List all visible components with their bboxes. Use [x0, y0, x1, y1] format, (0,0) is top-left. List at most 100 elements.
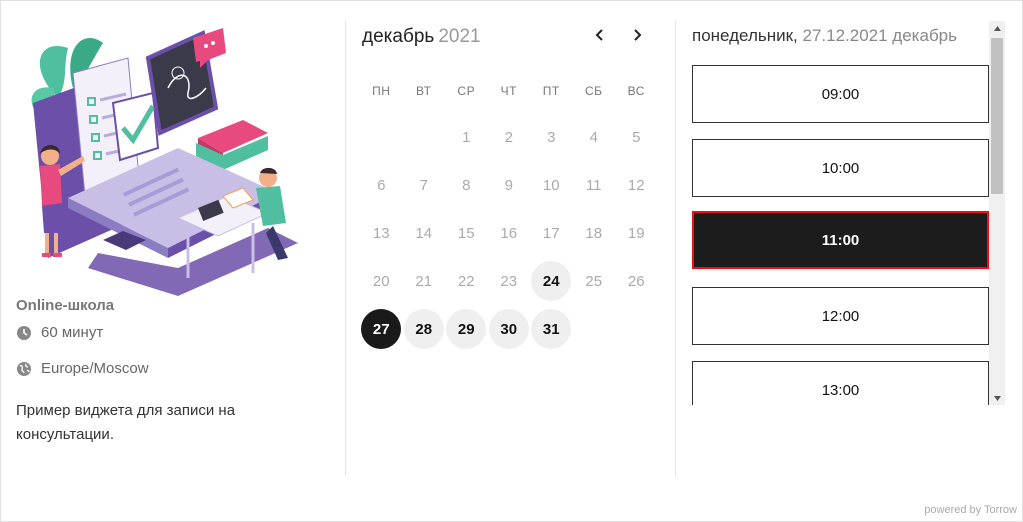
weekday-name: понедельник	[692, 26, 794, 45]
calendar-day: 11	[573, 165, 616, 205]
calendar-day-number: 17	[542, 224, 560, 242]
calendar-day: 6	[360, 165, 403, 205]
timezone-row: Europe/Moscow	[16, 360, 149, 377]
calendar-day: 16	[488, 213, 531, 253]
calendar-day[interactable]: 28	[403, 309, 446, 349]
calendar-day: 19	[615, 213, 658, 253]
calendar-day: 7	[403, 165, 446, 205]
calendar-day-number: 26	[627, 272, 645, 290]
calendar-day-number: 15	[457, 224, 475, 242]
calendar-day-number: 2	[504, 128, 513, 146]
calendar-day: 15	[445, 213, 488, 253]
clock-icon	[17, 325, 31, 340]
duration-row: 60 минут	[16, 324, 103, 341]
time-slot[interactable]: 09:00	[692, 65, 989, 123]
scroll-down-arrow[interactable]	[989, 391, 1005, 405]
calendar-day[interactable]: 29	[445, 309, 488, 349]
calendar-week-row: 1 2 3 4 5	[360, 113, 658, 161]
calendar-week-row: 13 14 15 16 17 18 19	[360, 209, 658, 257]
time-slots-panel: понедельник, 27.12.2021 декабрь 09:00 10:…	[676, 0, 1023, 480]
calendar-day: 20	[360, 261, 403, 301]
calendar-week-row: 27 28 29 30 31	[360, 305, 658, 353]
selected-date: 27.12.2021 декабрь	[802, 26, 958, 45]
calendar-day-number: 27	[361, 309, 402, 349]
timezone-text: Europe/Moscow	[41, 360, 149, 377]
year: 2021	[438, 26, 481, 47]
calendar-day: 26	[615, 261, 658, 301]
calendar-day-number: 29	[446, 309, 487, 349]
slot-list: 09:00 10:00 11:00 12:00 13:00	[692, 64, 990, 405]
scrollbar-thumb[interactable]	[991, 38, 1003, 194]
weekday-label: ЧТ	[500, 84, 517, 98]
time-slot[interactable]: 13:00	[692, 361, 989, 405]
calendar-empty-cell	[360, 117, 403, 157]
calendar-day: 1	[445, 117, 488, 157]
scrollbar[interactable]	[989, 21, 1005, 405]
calendar-day: 21	[403, 261, 446, 301]
time-slot[interactable]: 10:00	[692, 139, 989, 197]
calendar-day-number: 21	[415, 272, 433, 290]
calendar-day-number: 11	[585, 176, 602, 194]
time-slot[interactable]: 12:00	[692, 287, 989, 345]
calendar-day: 9	[488, 165, 531, 205]
calendar-day[interactable]: 30	[488, 309, 531, 349]
duration-text: 60 минут	[41, 324, 104, 341]
calendar-week-row: 20 21 22 23 24 25 26	[360, 257, 658, 305]
selected-day-title: понедельник, 27.12.2021 декабрь	[692, 26, 958, 45]
calendar-day-number: 24	[531, 261, 572, 301]
calendar-day: 2	[488, 117, 531, 157]
calendar-day: 18	[573, 213, 616, 253]
calendar-day[interactable]: 24	[530, 261, 573, 301]
calendar-day-number: 12	[627, 176, 645, 194]
calendar-day-selected[interactable]: 27	[360, 309, 403, 349]
weekday-header: ПН ВТ СР ЧТ ПТ СБ ВС	[360, 84, 658, 98]
weekday-label: СР	[457, 84, 476, 98]
calendar-day-number: 13	[372, 224, 390, 242]
calendar-empty-cell	[403, 117, 446, 157]
chevron-left-icon	[595, 29, 603, 41]
calendar-day-number: 1	[462, 128, 471, 146]
weekday-label: СБ	[584, 84, 603, 98]
calendar-day: 17	[530, 213, 573, 253]
calendar-day-number: 16	[500, 224, 518, 242]
calendar-day: 5	[615, 117, 658, 157]
chevron-right-icon	[634, 29, 642, 41]
calendar-day: 13	[360, 213, 403, 253]
weekday-label: ВС	[627, 84, 645, 98]
month-title: декабрь 2021	[362, 26, 481, 48]
calendar-day-number: 25	[585, 272, 603, 290]
calendar-day-number: 9	[504, 176, 513, 194]
online-school-illustration	[31, 28, 298, 296]
calendar-day-number: 7	[419, 176, 428, 194]
month-name: декабрь	[362, 26, 435, 47]
globe-icon	[17, 361, 31, 376]
calendar-day: 23	[488, 261, 531, 301]
prev-month-button[interactable]	[589, 24, 611, 46]
calendar-week-row: 6 7 8 9 10 11 12	[360, 161, 658, 209]
weekday-label: ВТ	[415, 84, 432, 98]
calendar-day-number: 10	[542, 176, 560, 194]
calendar-day[interactable]: 31	[530, 309, 573, 349]
calendar-grid: 1 2 3 4 5 6 7 8 9 10 11 12 13 14 15 16 17 18 19 20 21 22 23 24 2…	[360, 113, 658, 353]
calendar-day: 22	[445, 261, 488, 301]
time-slot-selected[interactable]: 11:00	[692, 211, 989, 269]
calendar-day-number: 3	[547, 128, 556, 146]
next-month-button[interactable]	[626, 24, 648, 46]
scroll-up-arrow[interactable]	[989, 21, 1005, 35]
weekday-label: ПН	[372, 84, 391, 98]
calendar-day-number: 22	[457, 272, 475, 290]
calendar-day: 10	[530, 165, 573, 205]
calendar-day-number: 30	[488, 309, 529, 349]
triangle-down-icon	[993, 395, 1001, 401]
calendar-panel: декабрь 2021 ПН ВТ СР ЧТ ПТ СБ ВС 1 2 3 4 5 6 7 8 9 10 11…	[346, 0, 675, 480]
calendar-day-number: 20	[372, 272, 390, 290]
calendar-empty-cell	[615, 309, 658, 349]
calendar-day: 25	[573, 261, 616, 301]
calendar-day: 4	[573, 117, 616, 157]
calendar-day-number: 23	[500, 272, 518, 290]
calendar-day-number: 28	[403, 309, 444, 349]
weekday-label: ПТ	[542, 84, 560, 98]
powered-by: powered by Torrow	[924, 504, 1017, 516]
calendar-day-number: 6	[377, 176, 386, 194]
calendar-day-number: 18	[585, 224, 603, 242]
